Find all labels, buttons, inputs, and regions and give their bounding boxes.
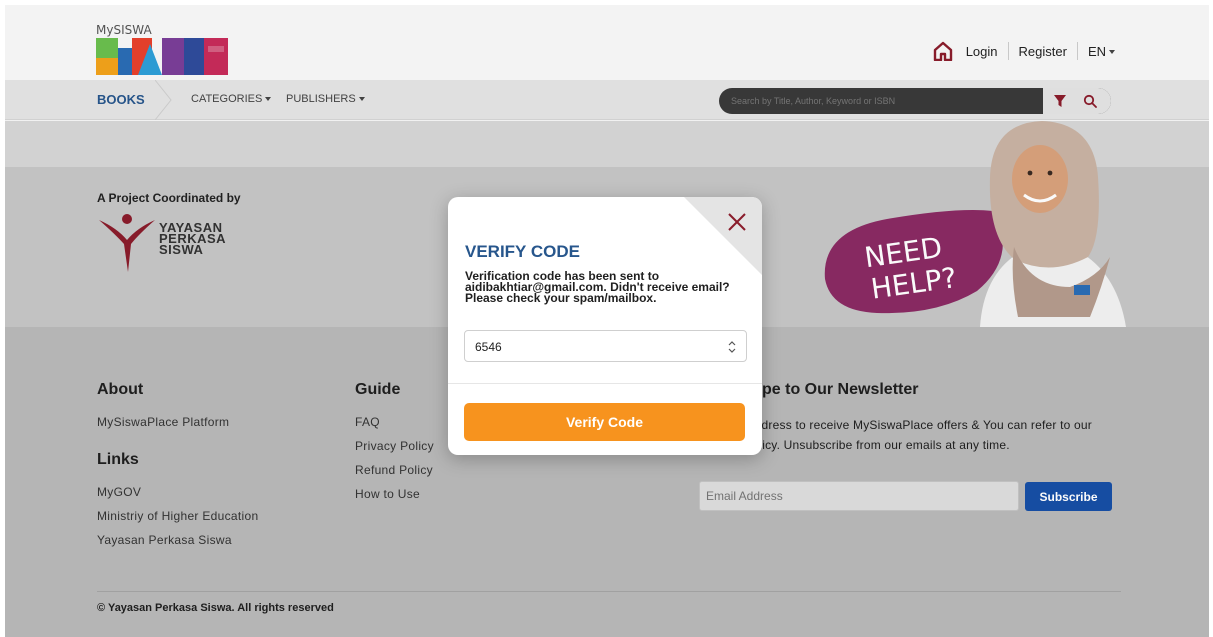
close-icon[interactable] — [726, 211, 748, 233]
verification-code-field — [464, 330, 747, 362]
verification-code-input[interactable] — [475, 338, 705, 356]
modal-corner-decoration — [684, 197, 762, 275]
number-stepper-icon[interactable] — [728, 339, 736, 355]
verify-code-button[interactable]: Verify Code — [464, 403, 745, 441]
modal-title: VERIFY CODE — [465, 242, 580, 261]
modal-divider — [448, 383, 762, 384]
modal-description: Verification code has been sent to aidib… — [465, 269, 730, 305]
page: MySISWA Login Register EN BOOKS CATEGORI… — [5, 5, 1209, 637]
verify-code-modal: VERIFY CODE Verification code has been s… — [448, 197, 762, 455]
